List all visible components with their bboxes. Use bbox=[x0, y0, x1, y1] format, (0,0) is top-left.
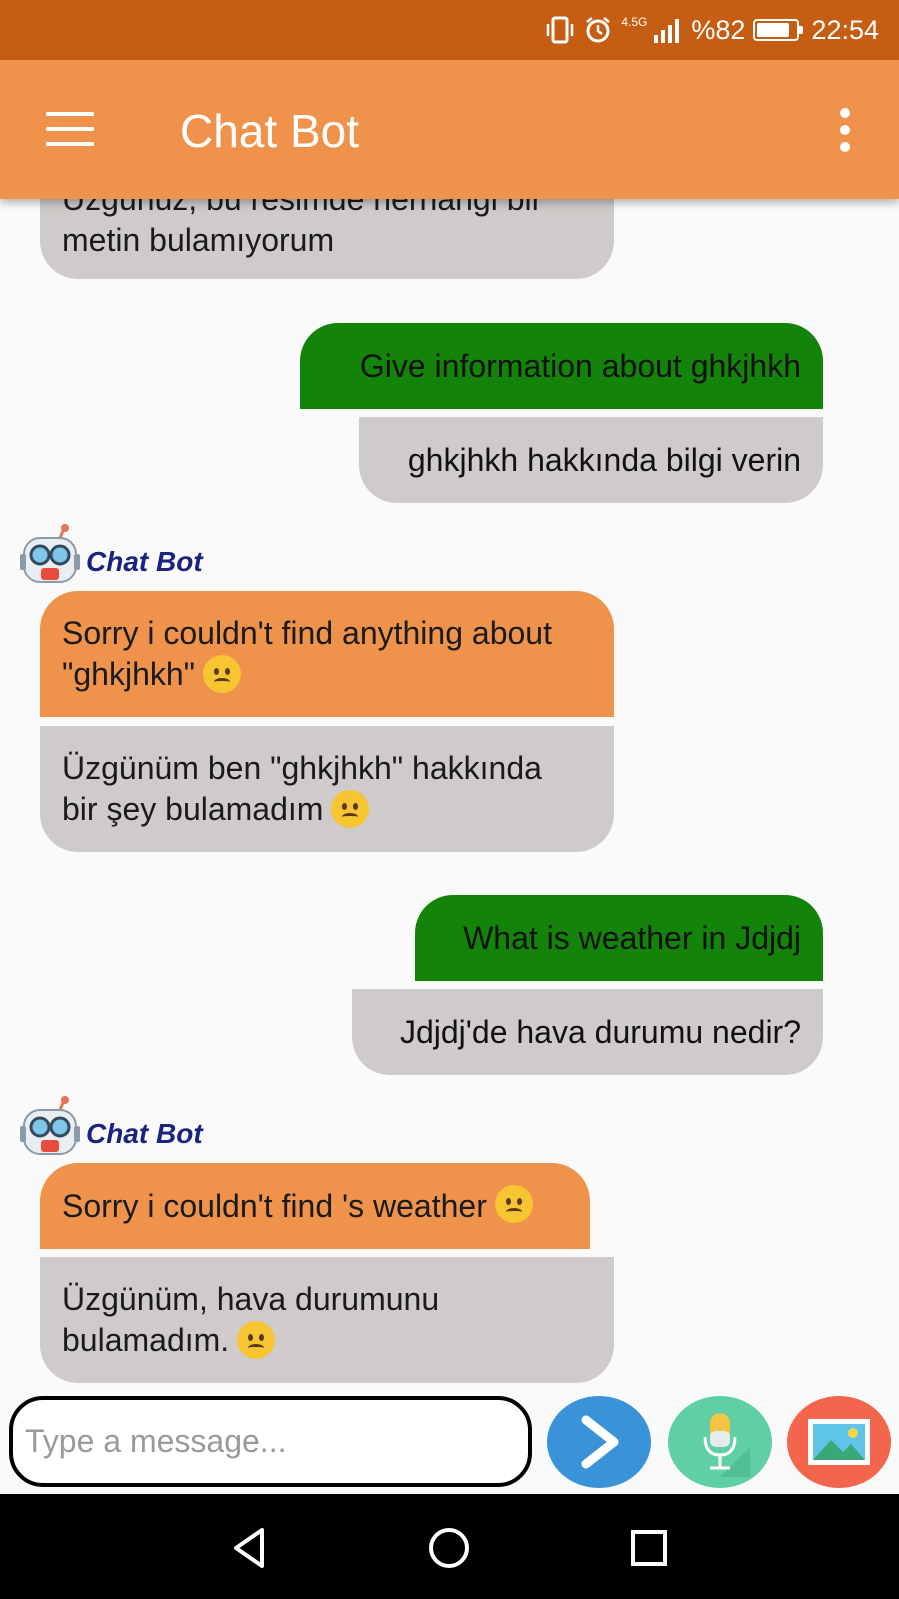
bubble-text: metin bulamıyorum bbox=[62, 222, 335, 258]
worried-face-icon bbox=[203, 655, 242, 694]
attach-image-button[interactable] bbox=[787, 1396, 891, 1488]
user-translation-bubble: ghkjhkh hakkında bilgi verin bbox=[359, 417, 823, 503]
bot-avatar-icon bbox=[20, 524, 80, 586]
bot-header: Chat Bot bbox=[20, 520, 203, 586]
bubble-text: Sorry i couldn't find 's weather bbox=[62, 1187, 487, 1224]
send-arrow-icon bbox=[581, 1415, 619, 1469]
bot-header: Chat Bot bbox=[20, 1092, 203, 1158]
vibrate-icon bbox=[545, 15, 575, 45]
bot-name-label: Chat Bot bbox=[86, 1118, 203, 1149]
worried-face-icon bbox=[494, 1185, 533, 1223]
battery-percent: %82 bbox=[691, 14, 746, 45]
alarm-icon bbox=[583, 15, 613, 45]
app-toolbar: Chat Bot bbox=[0, 60, 899, 199]
worried-face-icon bbox=[237, 1321, 276, 1360]
bubble-text: bir şey bulamadım bbox=[62, 790, 324, 827]
hamburger-icon[interactable] bbox=[46, 112, 94, 146]
bot-message-bubble: Sorry i couldn't find 's weather bbox=[40, 1163, 590, 1249]
message-input[interactable] bbox=[9, 1396, 532, 1487]
user-message-bubble: Give information about ghkjhkh bbox=[300, 323, 823, 409]
bubble-text: Jdjdj'de hava durumu nedir? bbox=[399, 1013, 801, 1050]
user-translation-bubble: Jdjdj'de hava durumu nedir? bbox=[352, 989, 823, 1075]
back-icon[interactable] bbox=[222, 1520, 278, 1576]
system-nav-bar bbox=[0, 1494, 899, 1599]
chat-message-list[interactable]: Üzgünüz, bu resimde herhangi bir metin b… bbox=[0, 199, 899, 1393]
battery-icon bbox=[753, 19, 804, 41]
network-type-label: 4.5G bbox=[621, 15, 648, 29]
status-bar: 4.5G %82 22:54 bbox=[0, 0, 899, 60]
signal-icon bbox=[653, 17, 683, 43]
bot-translation-bubble: Üzgünüm, hava durumunu bulamadım. bbox=[40, 1257, 614, 1383]
bubble-text: ghkjhkh hakkında bilgi verin bbox=[407, 441, 801, 478]
bubble-text: bulamadım. bbox=[62, 1321, 230, 1358]
image-gallery-icon bbox=[808, 1419, 870, 1465]
bubble-text: "ghkjhkh" bbox=[62, 655, 196, 692]
voice-input-button[interactable] bbox=[668, 1396, 772, 1488]
bubble-text: Üzgünüz, bu resimde herhangi bir bbox=[62, 199, 543, 217]
bubble-text: Sorry i couldn't find anything about bbox=[62, 614, 552, 651]
composer-bar bbox=[0, 1393, 899, 1494]
send-button[interactable] bbox=[547, 1396, 651, 1488]
bot-name-label: Chat Bot bbox=[86, 546, 203, 577]
status-icons: 4.5G %82 22:54 bbox=[545, 12, 879, 48]
app-title: Chat Bot bbox=[180, 105, 359, 157]
clock-time: 22:54 bbox=[811, 14, 879, 45]
bot-translation-bubble: Üzgünüz, bu resimde herhangi bir metin b… bbox=[40, 199, 614, 279]
home-icon[interactable] bbox=[421, 1520, 477, 1576]
microphone-icon bbox=[703, 1413, 750, 1477]
user-message-bubble: What is weather in Jdjdj bbox=[415, 895, 823, 981]
worried-face-icon bbox=[331, 790, 370, 829]
bot-message-bubble: Sorry i couldn't find anything about "gh… bbox=[40, 591, 614, 717]
bot-translation-bubble: Üzgünüm ben "ghkjhkh" hakkında bir şey b… bbox=[40, 726, 614, 852]
bubble-text: Üzgünüm ben "ghkjhkh" hakkında bbox=[62, 749, 542, 786]
bubble-text: What is weather in Jdjdj bbox=[463, 919, 801, 956]
more-vert-icon[interactable] bbox=[835, 108, 855, 152]
bubble-text: Üzgünüm, hava durumunu bbox=[62, 1280, 440, 1317]
bot-avatar-icon bbox=[20, 1096, 80, 1158]
bubble-text: Give information about ghkjhkh bbox=[359, 347, 801, 384]
recents-icon[interactable] bbox=[621, 1520, 677, 1576]
